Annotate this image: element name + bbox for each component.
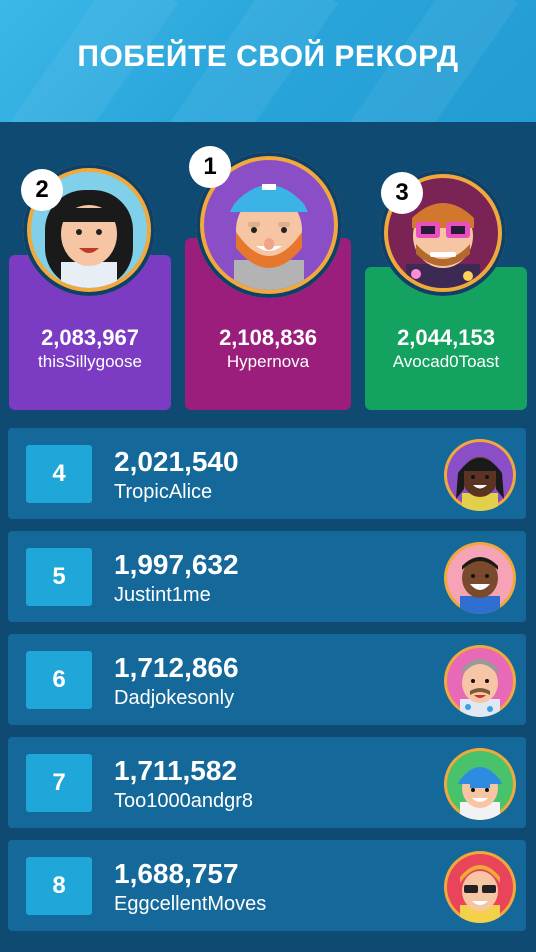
man-sunglasses-avatar-icon	[444, 851, 516, 923]
rank-badge: 3	[381, 172, 423, 214]
rank-badge: 2	[21, 169, 63, 211]
row-score: 1,712,866	[114, 652, 239, 683]
leaderboard-row-8[interactable]: 8 1,688,757 EggcellentMoves	[8, 840, 526, 931]
row-score: 2,021,540	[114, 446, 239, 477]
older-man-avatar-icon	[444, 645, 516, 717]
podium-username: Hypernova	[226, 352, 310, 371]
leaderboard-row-4[interactable]: 4 2,021,540 TropicAlice	[8, 428, 526, 519]
leaderboard-row-6[interactable]: 6 1,712,866 Dadjokesonly	[8, 634, 526, 725]
header-banner: ПОБЕЙТЕ СВОЙ РЕКОРД	[0, 0, 536, 122]
rank-label: 5	[26, 548, 92, 606]
row-score: 1,997,632	[114, 549, 239, 580]
podium-score: 2,083,967	[41, 325, 139, 350]
rank-label: 6	[26, 651, 92, 709]
podium-username: Avocad0Toast	[392, 352, 500, 371]
rank-label: 8	[26, 857, 92, 915]
podium-score: 2,044,153	[397, 325, 495, 350]
leaderboard-row-5[interactable]: 5 1,997,632 Justint1me	[8, 531, 526, 622]
row-score: 1,711,582	[114, 755, 238, 786]
man-blue-cap-avatar-icon	[444, 748, 516, 820]
row-username: Too1000andgr8	[114, 790, 254, 812]
podium-username: thisSillygoose	[38, 352, 142, 371]
page-title: ПОБЕЙТЕ СВОЙ РЕКОРД	[77, 40, 459, 73]
leaderboard-row-7[interactable]: 7 1,711,582 Too1000andgr8	[8, 737, 526, 828]
row-score: 1,688,757	[114, 858, 239, 889]
row-username: Dadjokesonly	[114, 687, 235, 709]
woman-dark-hair-avatar-icon	[444, 439, 516, 511]
rank-badge: 1	[189, 146, 231, 188]
row-username: TropicAlice	[114, 481, 213, 503]
row-username: EggcellentMoves	[114, 893, 267, 915]
rank-label: 7	[26, 754, 92, 812]
man-smiling-avatar-icon	[444, 542, 516, 614]
row-username: Justint1me	[114, 584, 211, 606]
podium-score: 2,108,836	[219, 325, 317, 350]
rank-label: 4	[26, 445, 92, 503]
